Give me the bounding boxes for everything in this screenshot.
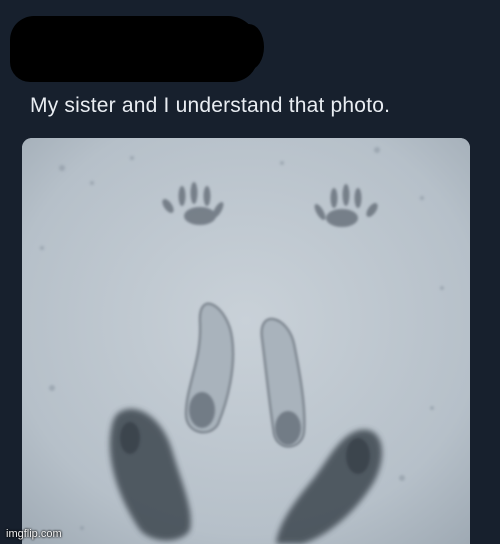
imgflip-watermark: imgflip.com bbox=[6, 528, 62, 540]
redacted-username bbox=[10, 16, 264, 82]
snow-prints-image bbox=[22, 138, 470, 544]
post-photo[interactable] bbox=[22, 138, 470, 544]
post-caption: My sister and I understand that photo. bbox=[30, 94, 391, 117]
